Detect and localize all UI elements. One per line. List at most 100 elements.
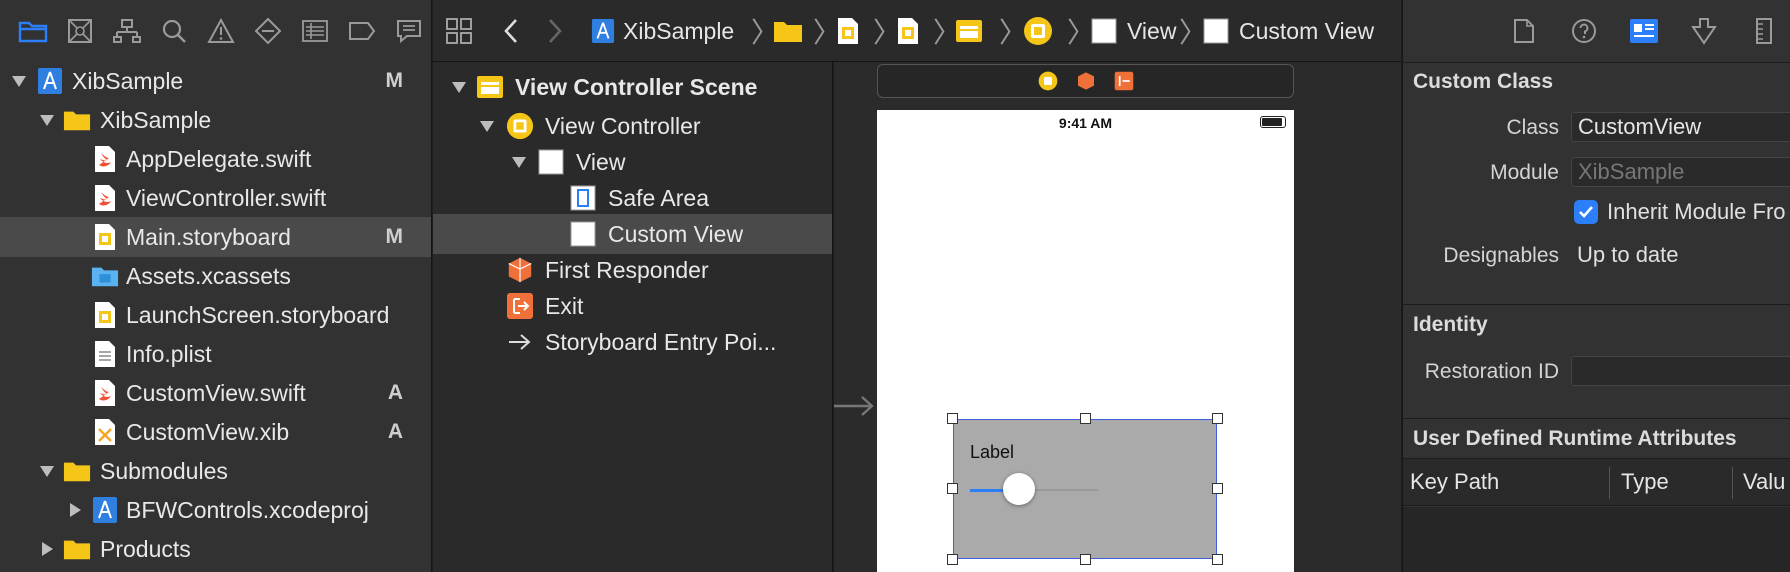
tree-item-file[interactable]: CustomView.swift A: [0, 373, 431, 413]
tree-item-folder[interactable]: Products: [0, 529, 431, 569]
tree-item-file[interactable]: Info.plist: [0, 334, 431, 374]
size-inspector-icon[interactable]: [1743, 11, 1785, 51]
disclosure-open-icon[interactable]: [450, 78, 468, 96]
slider-thumb[interactable]: [1002, 473, 1035, 505]
outline-label: First Responder: [545, 256, 709, 283]
tree-item-label: Submodules: [100, 457, 228, 484]
outline-item-entry-point[interactable]: Storyboard Entry Poi...: [433, 322, 832, 362]
column-header-value[interactable]: Valu: [1743, 469, 1785, 495]
forward-icon[interactable]: [547, 0, 563, 62]
back-icon[interactable]: [503, 0, 519, 62]
outline-item-exit[interactable]: Exit: [433, 286, 832, 326]
class-field[interactable]: CustomView: [1571, 112, 1790, 142]
swift-file-icon: [91, 144, 119, 174]
jump-item-scene[interactable]: [955, 0, 983, 62]
custom-view-label: Label: [970, 442, 1015, 462]
outline-item-first-responder[interactable]: First Responder: [433, 250, 832, 290]
tree-item-file[interactable]: ViewController.swift: [0, 178, 431, 218]
column-header-type[interactable]: Type: [1621, 469, 1669, 495]
battery-icon: [1260, 116, 1286, 128]
symbol-icon[interactable]: [103, 11, 150, 51]
outline-item-view[interactable]: View: [433, 142, 832, 182]
tree-item-label: XibSample: [72, 67, 184, 94]
column-header-keypath[interactable]: Key Path: [1410, 469, 1499, 495]
tree-item-label: CustomView.xib: [126, 418, 290, 445]
tree-item-project[interactable]: XibSample M: [0, 61, 431, 101]
jump-item-project[interactable]: XibSample: [591, 0, 734, 62]
tree-item-label: XibSample: [100, 106, 212, 133]
tree-item-file[interactable]: AppDelegate.swift: [0, 139, 431, 179]
warning-icon[interactable]: [197, 11, 244, 51]
outline-item-custom-view-selected[interactable]: Custom View: [433, 214, 832, 254]
search-icon[interactable]: [150, 11, 197, 51]
resize-handle[interactable]: [947, 483, 958, 494]
breakpoint-icon[interactable]: [338, 11, 385, 51]
tree-item-file[interactable]: CustomView.xib A: [0, 412, 431, 452]
outline-label: View: [576, 148, 626, 175]
disclosure-closed-icon[interactable]: [66, 501, 84, 519]
device-screen[interactable]: 9:41 AM Label: [877, 110, 1294, 572]
disclosure-closed-icon[interactable]: [38, 540, 56, 558]
attributes-inspector-icon[interactable]: [1683, 11, 1725, 51]
tree-item-folder[interactable]: XibSample: [0, 100, 431, 140]
file-inspector-icon[interactable]: [1503, 11, 1545, 51]
disclosure-open-icon[interactable]: [478, 117, 496, 135]
arrow-right-icon: [506, 327, 534, 357]
restoration-id-field[interactable]: [1571, 356, 1790, 386]
storyboard-file-icon: [91, 300, 119, 330]
tree-item-folder[interactable]: Submodules: [0, 451, 431, 491]
udra-table-body[interactable]: [1403, 507, 1790, 572]
test-icon[interactable]: [244, 11, 291, 51]
tree-item-label: Products: [100, 535, 191, 562]
resize-handle[interactable]: [1212, 483, 1223, 494]
tree-item-file[interactable]: Assets.xcassets: [0, 256, 431, 296]
jump-item-storyboard[interactable]: [837, 0, 859, 62]
tree-item-file-selected[interactable]: Main.storyboard M: [0, 217, 431, 257]
related-items-icon[interactable]: [445, 0, 473, 62]
custom-view[interactable]: Label: [947, 413, 1223, 565]
folder-icon[interactable]: [9, 11, 56, 51]
resize-handle[interactable]: [1212, 554, 1223, 565]
entry-point-arrow-icon[interactable]: [834, 394, 876, 418]
storyboard-canvas[interactable]: 9:41 AM Label: [834, 62, 1401, 572]
disclosure-open-icon[interactable]: [510, 153, 528, 171]
jump-item-custom-view[interactable]: Custom View: [1203, 0, 1374, 62]
outline-item-scene[interactable]: View Controller Scene: [433, 67, 832, 107]
jump-item-storyboard-base[interactable]: [897, 0, 919, 62]
disclosure-open-icon[interactable]: [38, 111, 56, 129]
inherit-module-checkbox[interactable]: [1574, 200, 1598, 224]
swift-file-icon: [91, 183, 119, 213]
source-control-icon[interactable]: [56, 11, 103, 51]
module-field[interactable]: XibSample: [1571, 157, 1790, 187]
inherit-module-label: Inherit Module Fro: [1607, 199, 1786, 224]
identity-inspector-icon[interactable]: [1623, 11, 1665, 51]
disclosure-open-icon[interactable]: [38, 462, 56, 480]
outline-item-safe-area[interactable]: Safe Area: [433, 178, 832, 218]
folder-icon: [63, 456, 91, 486]
storyboard-file-icon: [91, 222, 119, 252]
exit-icon[interactable]: [1114, 71, 1134, 91]
jump-label: Custom View: [1239, 17, 1375, 44]
resize-handle[interactable]: [1212, 413, 1223, 424]
outline-label: View Controller: [545, 112, 701, 139]
jump-item-folder[interactable]: [773, 0, 803, 62]
report-icon[interactable]: [385, 11, 432, 51]
jump-item-view[interactable]: View: [1091, 0, 1176, 62]
resize-handle[interactable]: [1080, 413, 1091, 424]
jump-item-view-controller[interactable]: [1023, 0, 1053, 62]
outline-label: Exit: [545, 292, 584, 319]
resize-handle[interactable]: [947, 554, 958, 565]
swift-file-icon: [91, 378, 119, 408]
view-controller-icon[interactable]: [1038, 71, 1058, 91]
resize-handle[interactable]: [947, 413, 958, 424]
tree-item-project[interactable]: BFWControls.xcodeproj: [0, 490, 431, 530]
identity-inspector: Custom Class Class CustomView Module Xib…: [1402, 0, 1790, 572]
resize-handle[interactable]: [1080, 554, 1091, 565]
first-responder-icon[interactable]: [1076, 71, 1096, 91]
tree-item-file[interactable]: LaunchScreen.storyboard: [0, 295, 431, 335]
status-badge: A: [387, 381, 403, 404]
outline-item-view-controller[interactable]: View Controller: [433, 106, 832, 146]
help-inspector-icon[interactable]: [1563, 11, 1605, 51]
disclosure-open-icon[interactable]: [10, 72, 28, 90]
debug-icon[interactable]: [291, 11, 338, 51]
